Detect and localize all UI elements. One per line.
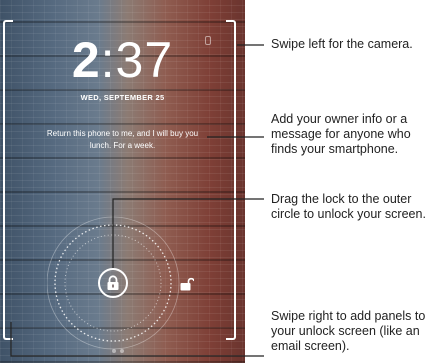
owner-info-callout: Add your owner info or a message for any… <box>271 112 411 156</box>
lock-callout-line <box>112 198 264 268</box>
panels-callout-line <box>10 322 264 357</box>
camera-callout: Swipe left for the camera. <box>271 37 413 51</box>
panels-callout: Swipe right to add panels to your unlock… <box>271 309 426 353</box>
lock-callout: Drag the lock to the outer circle to unl… <box>271 192 426 221</box>
